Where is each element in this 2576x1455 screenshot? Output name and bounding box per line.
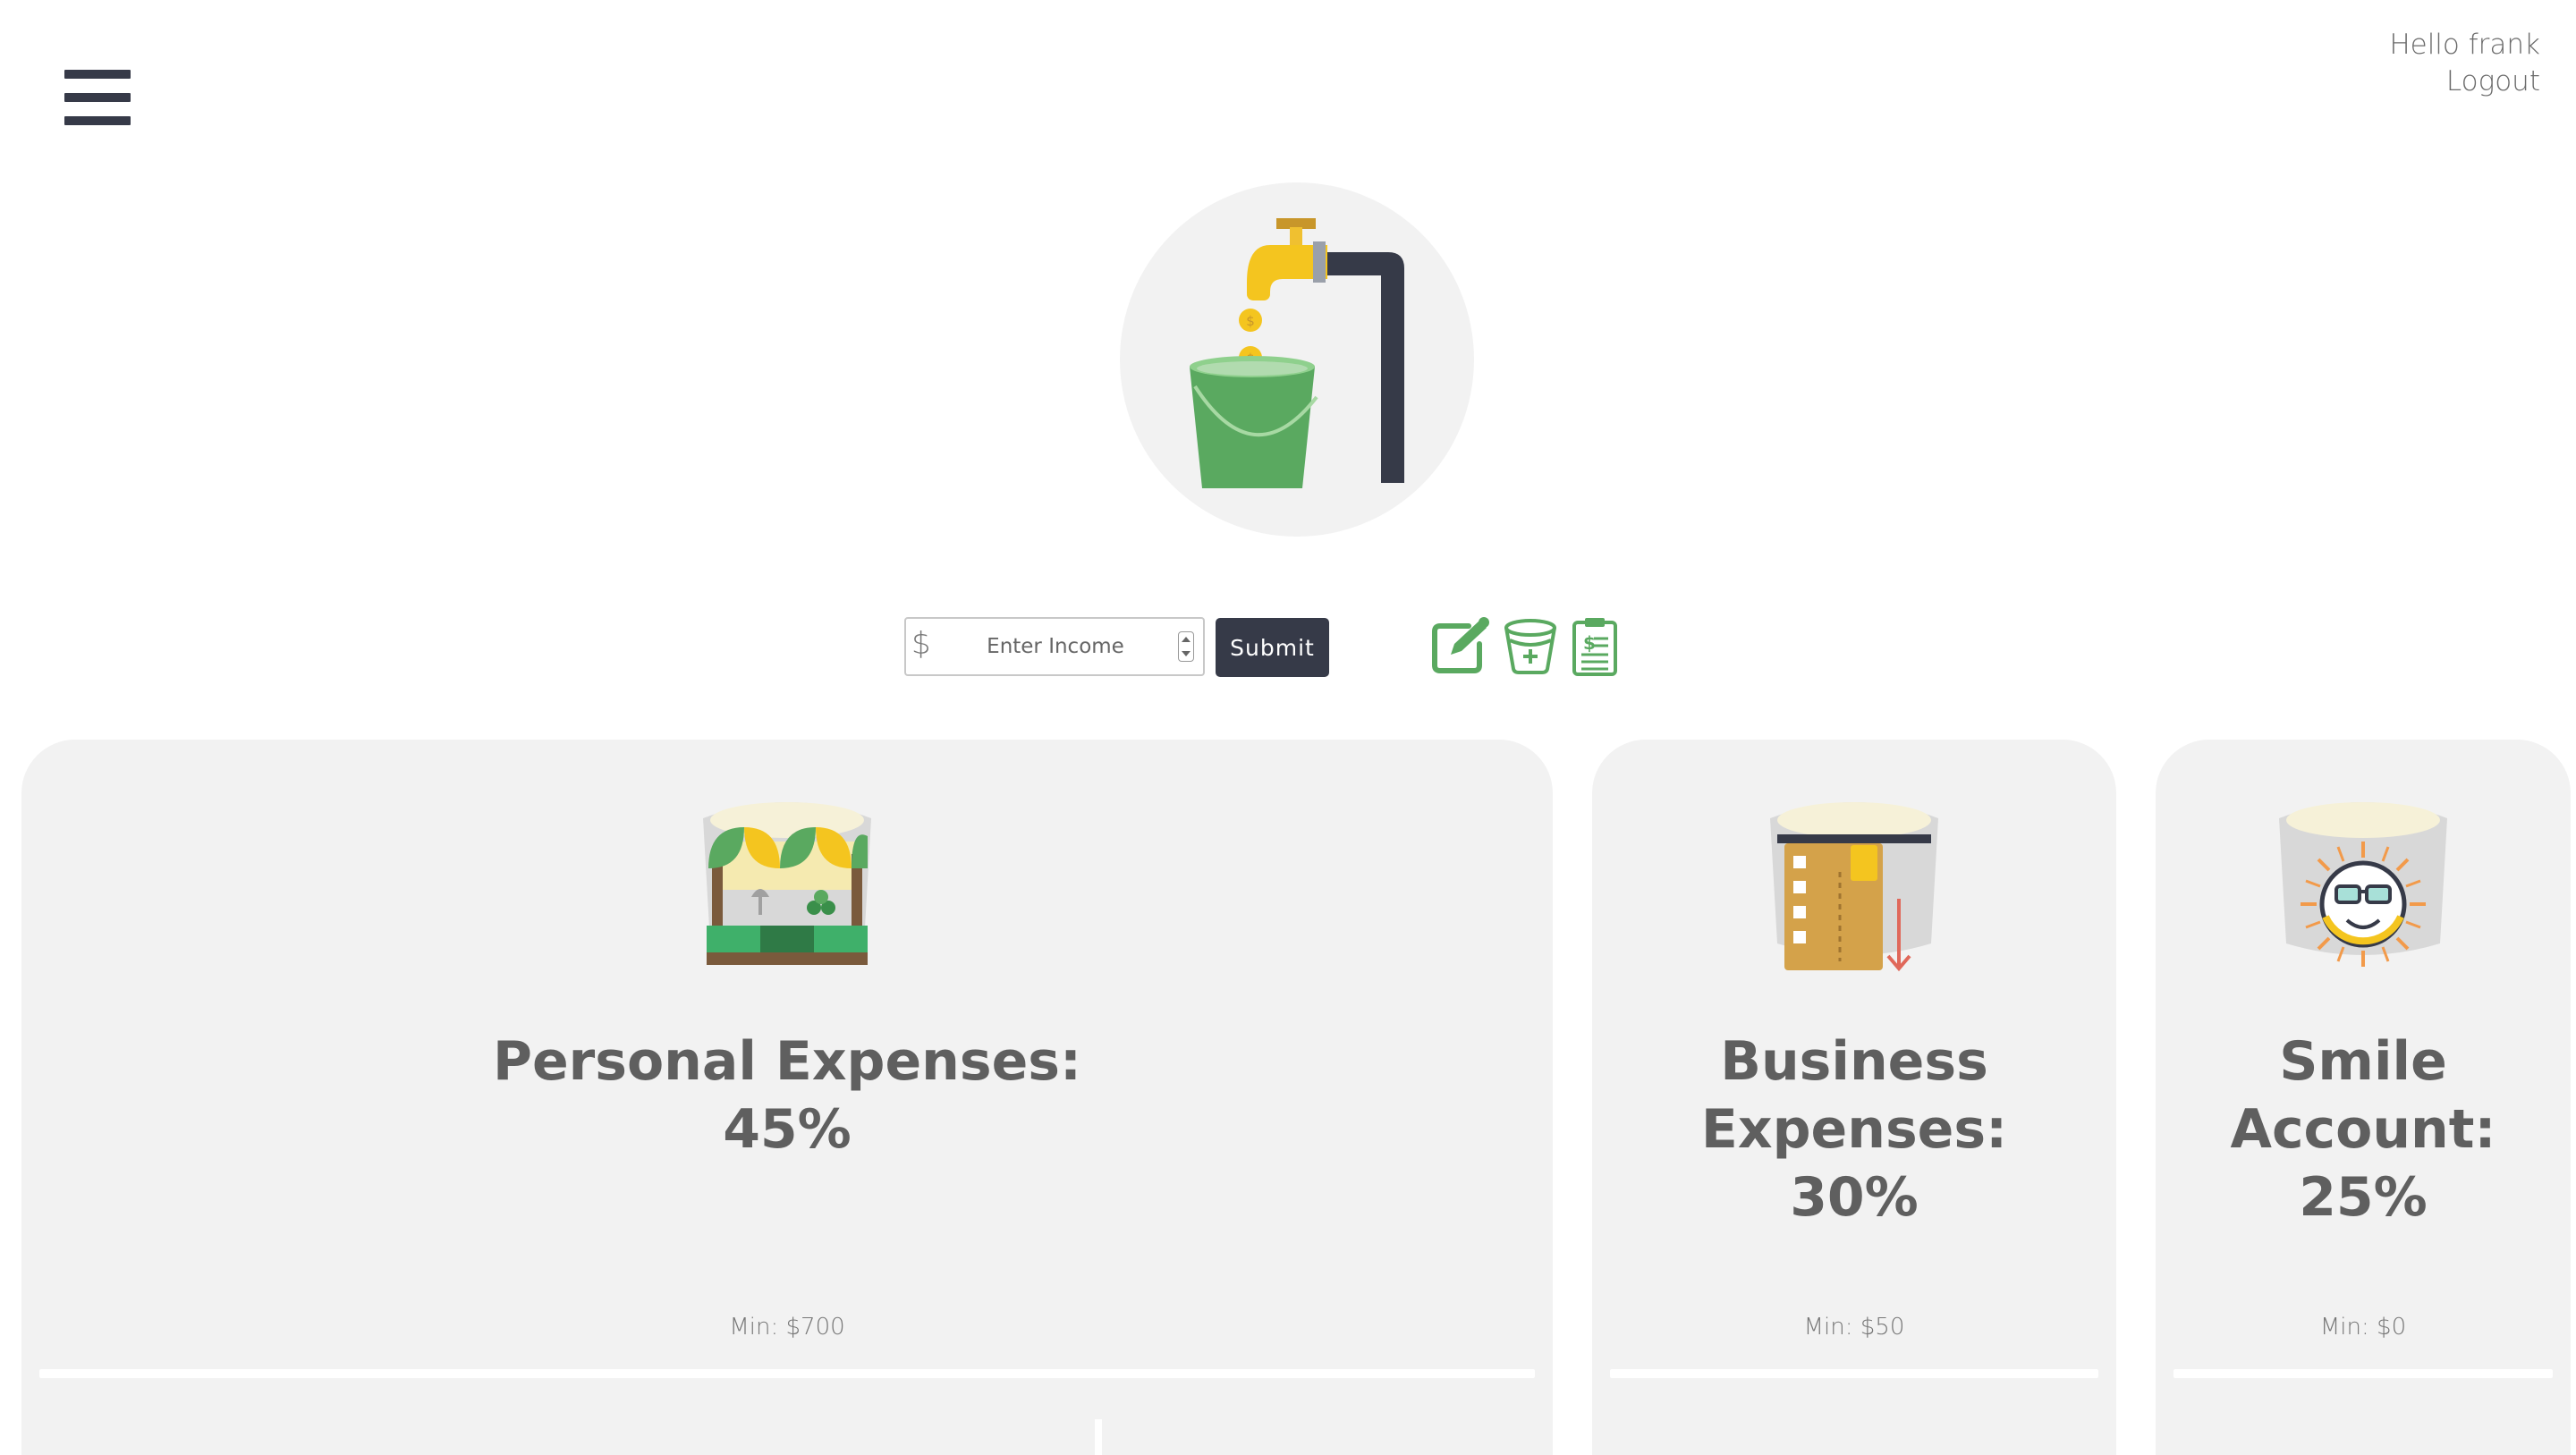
bucket-percent: 45% xyxy=(723,1098,852,1161)
svg-text:$: $ xyxy=(1246,313,1255,329)
bucket-card-personal: Personal Expenses: 45% Min: $700 xyxy=(21,740,1553,1455)
bucket-title: Business Expenses: xyxy=(1700,1030,2008,1161)
number-stepper[interactable] xyxy=(1178,631,1194,662)
clipboard-dollar-icon[interactable]: $ xyxy=(1563,615,1626,678)
edit-icon[interactable] xyxy=(1428,615,1490,678)
currency-symbol: $ xyxy=(911,626,931,662)
bucket-min-amount: Min: $50 xyxy=(1803,1314,1905,1341)
bucket-percent: 30% xyxy=(1790,1166,1919,1229)
smiling-sun-bucket-icon xyxy=(2279,802,2447,967)
market-stall-bucket-icon xyxy=(703,802,871,965)
allocation-slider[interactable] xyxy=(39,1369,1535,1378)
greeting-text: Hello frank xyxy=(2389,29,2540,61)
credit-card-bucket-icon xyxy=(1770,802,1938,972)
bucket-min-amount: Min: $0 xyxy=(2319,1314,2407,1341)
bucket-card-business: Business Expenses: 30% Min: $50 xyxy=(1592,740,2116,1455)
income-field: $ xyxy=(904,617,1205,676)
allocation-slider[interactable] xyxy=(2174,1369,2553,1378)
bucket-min-amount: Min: $700 xyxy=(729,1314,845,1341)
user-menu: Hello frank Logout xyxy=(2389,27,2540,100)
add-bucket-icon[interactable] xyxy=(1499,615,1562,678)
faucet-bucket-logo: $ $ xyxy=(1120,182,1474,537)
bucket-card-smile: Smile Account: 25% Min: $0 xyxy=(2156,740,2571,1455)
slider-handle[interactable] xyxy=(1095,1419,1102,1455)
logout-link[interactable]: Logout xyxy=(2389,63,2540,100)
allocation-slider[interactable] xyxy=(1610,1369,2098,1378)
hamburger-menu-icon[interactable] xyxy=(64,70,131,125)
submit-button[interactable]: Submit xyxy=(1216,618,1329,677)
income-input[interactable] xyxy=(942,628,1169,665)
bucket-title: Smile Account: xyxy=(2230,1030,2496,1161)
svg-text:$: $ xyxy=(1583,632,1596,654)
bucket-percent: 25% xyxy=(2299,1166,2428,1229)
bucket-title: Personal Expenses: xyxy=(492,1030,1081,1093)
